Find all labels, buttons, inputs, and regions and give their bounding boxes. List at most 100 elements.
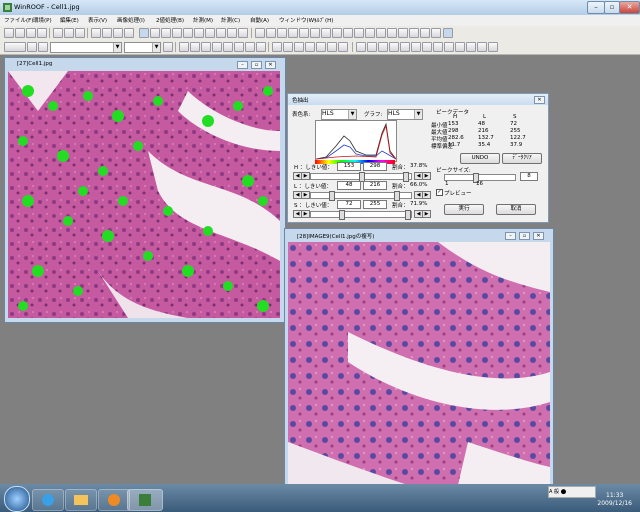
binary-icon[interactable] [183, 28, 193, 38]
print-icon[interactable] [37, 28, 47, 38]
copy-icon[interactable] [64, 28, 74, 38]
cross-i-icon[interactable] [444, 42, 454, 52]
cancel-button[interactable]: 取消 [496, 204, 536, 215]
mask-icon[interactable] [27, 42, 37, 52]
open-icon[interactable] [15, 28, 25, 38]
measure-c-icon[interactable] [201, 42, 211, 52]
l-min-field[interactable]: 48 [337, 181, 361, 190]
cross-f-icon[interactable] [411, 42, 421, 52]
h-range-slider[interactable] [310, 172, 412, 182]
morph-c-icon[interactable] [294, 42, 304, 52]
menu-environment[interactable]: 環境(P) [33, 16, 52, 24]
tool-a-icon[interactable] [194, 28, 204, 38]
l-range-slider[interactable] [310, 191, 412, 201]
h-min-field[interactable]: 153 [337, 162, 361, 171]
peak-size-slider[interactable] [444, 173, 516, 183]
undo-button[interactable]: UNDO [460, 153, 500, 164]
minimize-button[interactable]: – [587, 1, 605, 14]
pin-icon[interactable] [227, 28, 237, 38]
measure-f-icon[interactable] [234, 42, 244, 52]
crop-icon[interactable] [161, 28, 171, 38]
cube-icon[interactable] [102, 28, 112, 38]
run-button[interactable]: 実行 [444, 204, 484, 215]
morph-f-icon[interactable] [327, 42, 337, 52]
hand-icon[interactable] [354, 28, 364, 38]
window-maximize-button[interactable]: ▫ [519, 232, 530, 240]
stamp-icon[interactable] [431, 28, 441, 38]
cross-e-icon[interactable] [400, 42, 410, 52]
cross-m-icon[interactable] [488, 42, 498, 52]
ie-icon[interactable] [32, 489, 64, 511]
menu-binary-processing[interactable]: 2値処理(B) [156, 16, 184, 24]
brush-icon[interactable] [387, 28, 397, 38]
ellipse-icon[interactable] [299, 28, 309, 38]
h-min-right-arrow[interactable]: ▶ [301, 172, 310, 180]
cross-icon[interactable] [288, 28, 298, 38]
image-window-cell1[interactable]: [27]Cell1.jpg – ▫ ✕ [4, 57, 286, 323]
cross-d-icon[interactable] [389, 42, 399, 52]
curve-icon[interactable] [321, 28, 331, 38]
morph-b-icon[interactable] [283, 42, 293, 52]
measure-d-icon[interactable] [212, 42, 222, 52]
grid-icon[interactable] [113, 28, 123, 38]
cross-h-icon[interactable] [433, 42, 443, 52]
histology-image-overlay[interactable] [8, 71, 280, 318]
menu-window[interactable]: ウィンドウ(W) [279, 16, 316, 24]
dialog-close-button[interactable]: ✕ [534, 96, 545, 104]
window-close-button[interactable]: ✕ [265, 61, 276, 69]
lasso-icon[interactable] [343, 28, 353, 38]
measure-a-icon[interactable] [179, 42, 189, 52]
s-min-right-arrow[interactable]: ▶ [301, 210, 310, 218]
new-icon[interactable] [4, 28, 14, 38]
freehand-icon[interactable] [332, 28, 342, 38]
color-system-select[interactable]: HLS ▼ [321, 109, 357, 120]
clock[interactable]: 11:33 2009/12/16 [597, 492, 632, 508]
measure-b-icon[interactable] [190, 42, 200, 52]
window-close-button[interactable]: ✕ [533, 232, 544, 240]
l-max-field[interactable]: 216 [363, 181, 387, 190]
h-max-right-arrow[interactable]: ▶ [422, 172, 431, 180]
menu-measure[interactable]: 計測(M) [193, 16, 213, 24]
window-minimize-button[interactable]: – [237, 61, 248, 69]
pencil-icon[interactable] [376, 28, 386, 38]
select-icon[interactable] [38, 42, 48, 52]
tool-c-icon[interactable] [216, 28, 226, 38]
close-button[interactable]: ✕ [619, 1, 640, 14]
morph-e-icon[interactable] [316, 42, 326, 52]
s-min-field[interactable]: 72 [337, 200, 361, 209]
h-max-field[interactable]: 298 [363, 162, 387, 171]
text-icon[interactable] [409, 28, 419, 38]
histogram-graph[interactable] [315, 120, 397, 162]
s-max-right-arrow[interactable]: ▶ [422, 210, 431, 218]
preview-checkbox[interactable]: ✓ [436, 189, 443, 196]
l-max-right-arrow[interactable]: ▶ [422, 191, 431, 199]
tool-b-icon[interactable] [205, 28, 215, 38]
arrow-icon[interactable] [277, 28, 287, 38]
zoom-icon[interactable] [365, 28, 375, 38]
frame-icon[interactable] [150, 28, 160, 38]
paste-icon[interactable] [75, 28, 85, 38]
window-maximize-button[interactable]: ▫ [251, 61, 262, 69]
menu-file[interactable]: ファイル(F) [4, 16, 33, 24]
morph-a-icon[interactable] [272, 42, 282, 52]
cross-j-icon[interactable] [455, 42, 465, 52]
pointer-icon[interactable] [420, 28, 430, 38]
cross-c-icon[interactable] [378, 42, 388, 52]
menu-image-processing[interactable]: 画像処理(I) [117, 16, 145, 24]
menu-help[interactable]: ﾍﾙﾌﾟ(H) [314, 16, 333, 24]
winroof-task-button[interactable] [127, 489, 163, 511]
menu-calc[interactable]: 計測(C) [221, 16, 240, 24]
graph-select[interactable]: HLS ▼ [387, 109, 423, 120]
menu-edit[interactable]: 編集(E) [60, 16, 79, 24]
menu-view[interactable]: 表示(V) [88, 16, 107, 24]
measure-icon[interactable] [238, 28, 248, 38]
media-player-icon[interactable] [98, 489, 130, 511]
line-icon[interactable] [266, 28, 276, 38]
active-tool-icon[interactable] [443, 28, 453, 38]
start-button[interactable] [4, 486, 30, 512]
s-max-field[interactable]: 255 [363, 200, 387, 209]
cross-a-icon[interactable] [356, 42, 366, 52]
measure-h-icon[interactable] [256, 42, 266, 52]
layer-icon[interactable] [91, 28, 101, 38]
cut-icon[interactable] [53, 28, 63, 38]
